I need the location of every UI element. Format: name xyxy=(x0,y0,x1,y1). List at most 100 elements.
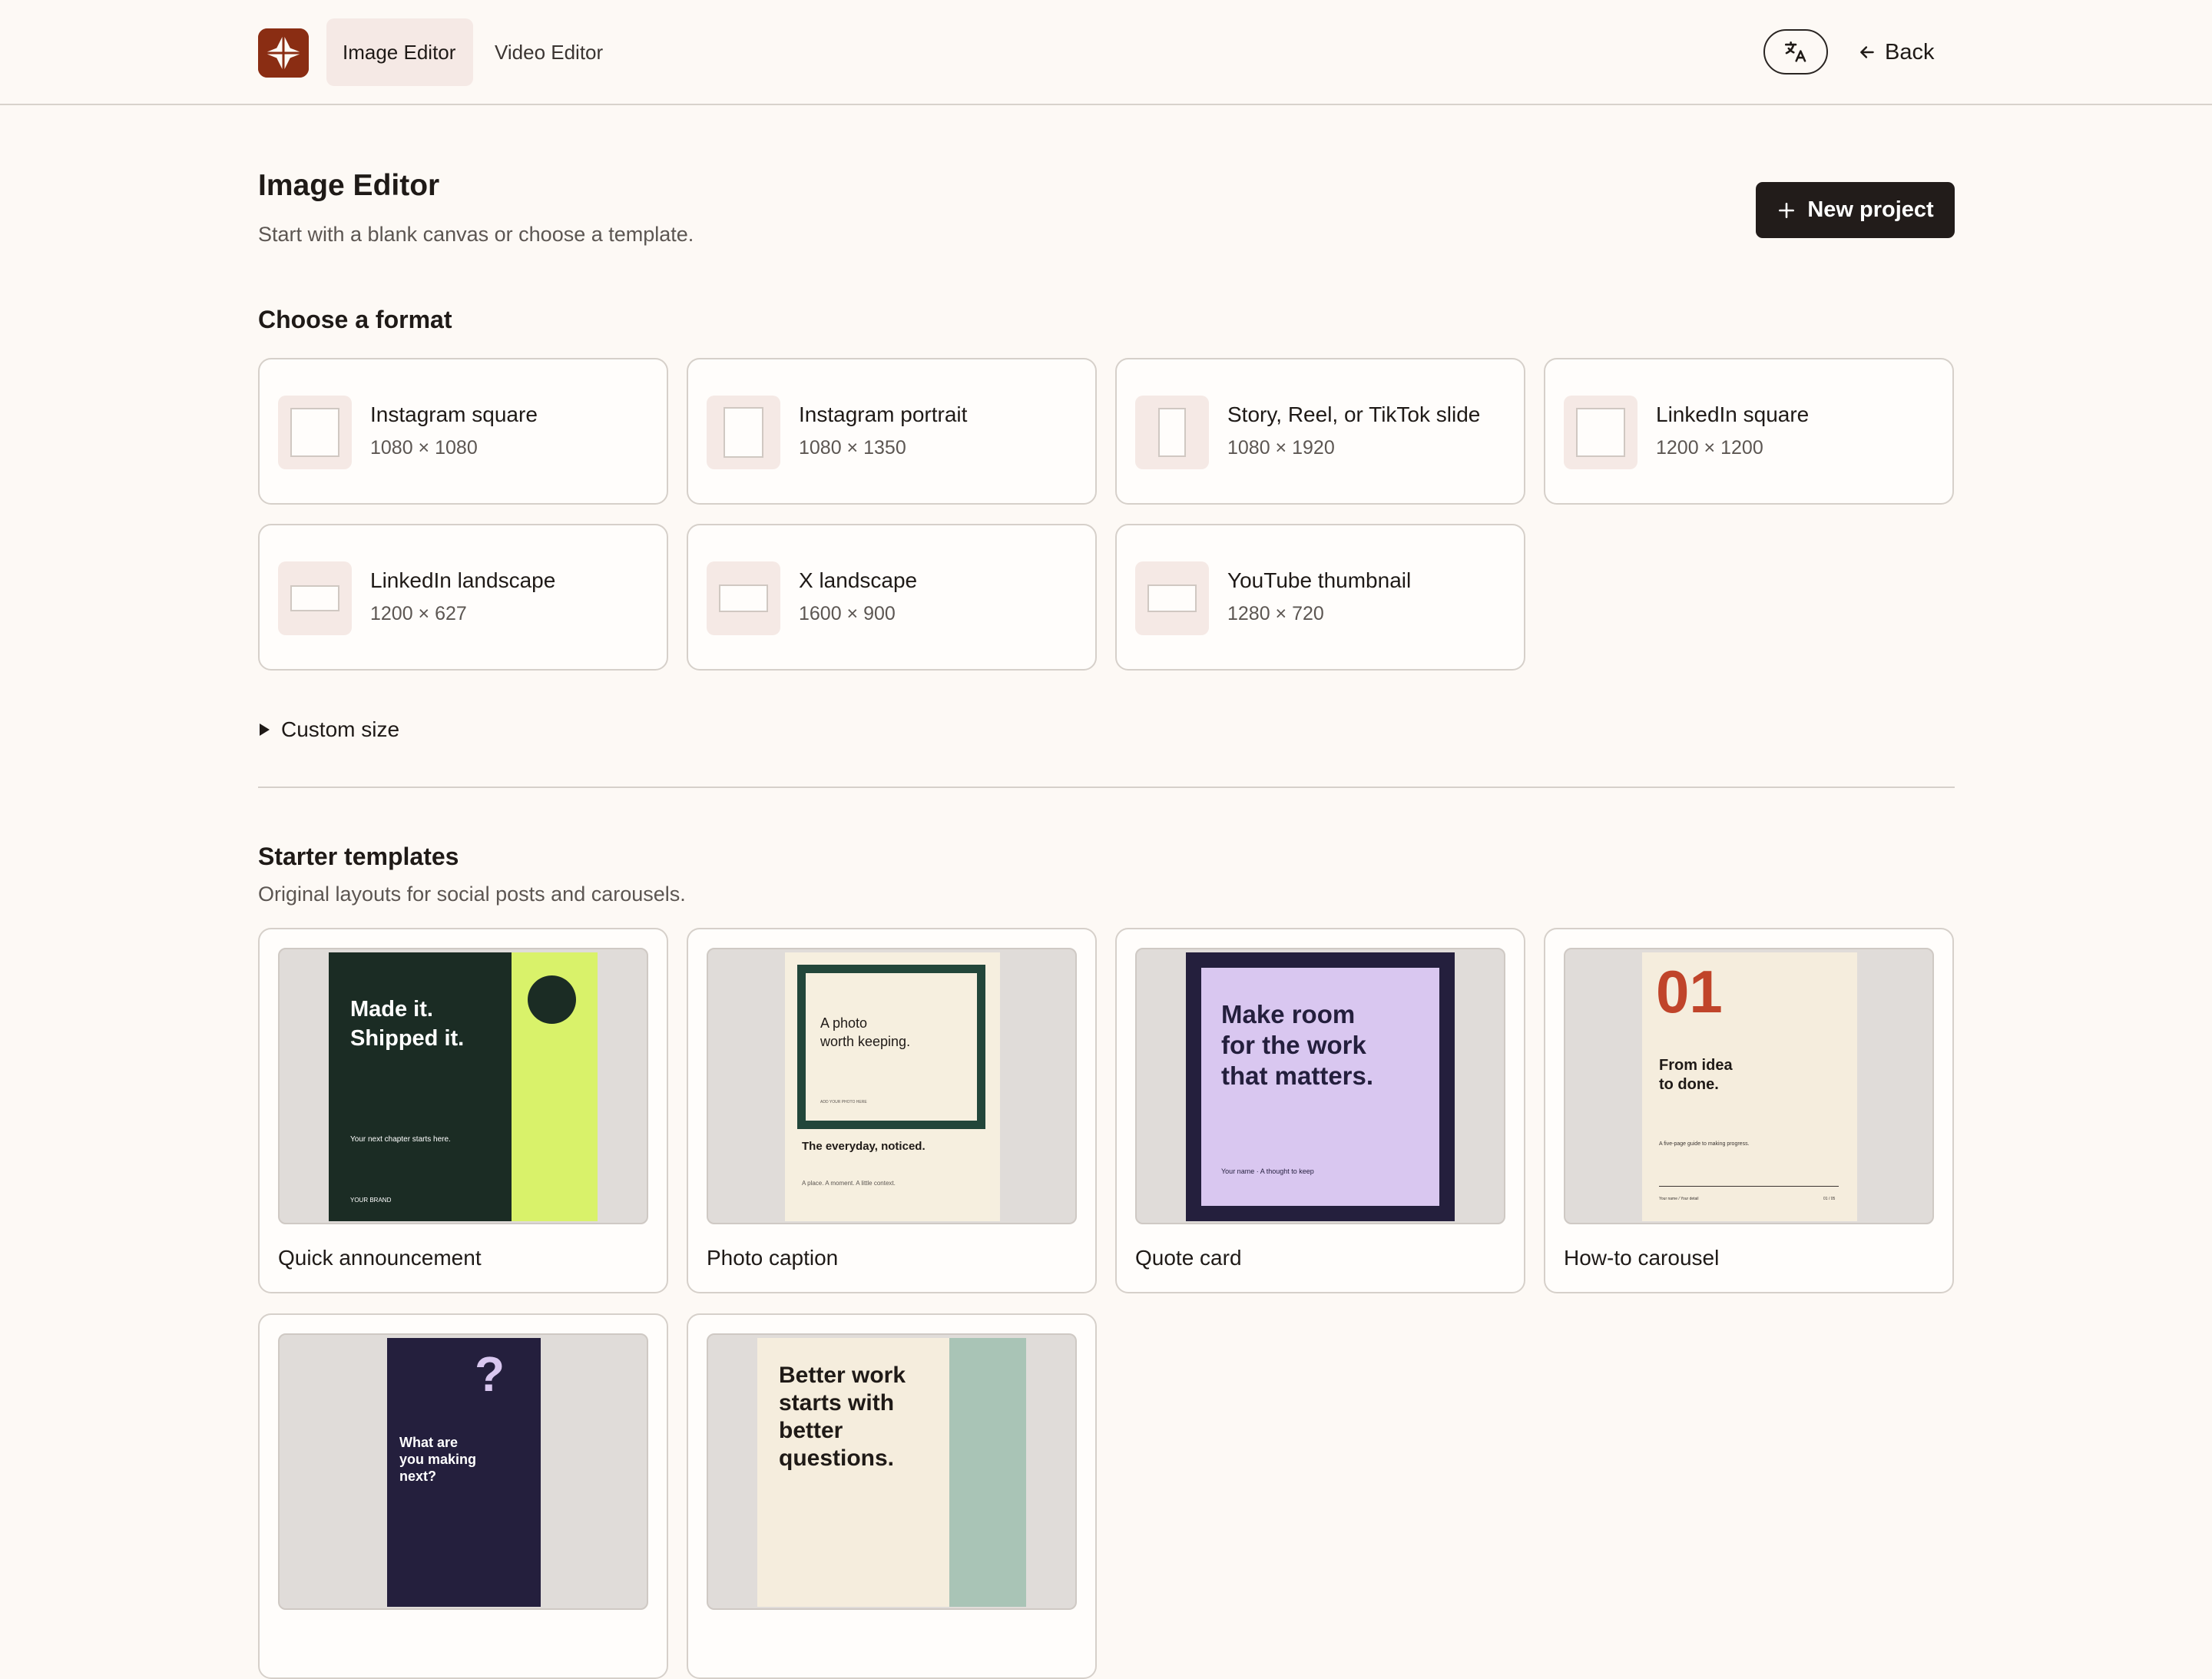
templates-section-title: Starter templates xyxy=(258,843,459,870)
template-card-question[interactable]: ? What are you making next? xyxy=(258,1313,668,1679)
questions-line-2: starts with xyxy=(779,1390,895,1416)
new-project-button[interactable]: New project xyxy=(1756,182,1955,238)
poster-body: Your next chapter starts here. xyxy=(350,1135,451,1144)
aspect-ratio-preview xyxy=(290,408,339,457)
questions-line-4: questions. xyxy=(779,1446,895,1471)
question-mark: ? xyxy=(475,1346,505,1402)
format-card-instagram-portrait[interactable]: Instagram portrait 1080 × 1350 xyxy=(687,358,1097,505)
photo-hint: ADD YOUR PHOTO HERE xyxy=(820,1100,867,1104)
carousel-title-2: to done. xyxy=(1659,1076,1719,1093)
carousel-body: A five-page guide to making progress. xyxy=(1659,1141,1750,1147)
custom-size-label: Custom size xyxy=(281,717,400,741)
aspect-ratio-preview xyxy=(1158,408,1186,457)
format-card-story-slide[interactable]: Story, Reel, or TikTok slide 1080 × 1920 xyxy=(1115,358,1525,505)
translate-icon xyxy=(1784,41,1806,62)
photo-text-1: A photo xyxy=(820,1015,868,1031)
template-preview: 01 From idea to done. A five-page guide … xyxy=(1564,948,1934,1224)
quote-line-2: for the work xyxy=(1221,1031,1366,1059)
photo-caption-poster: A photo worth keeping. ADD YOUR PHOTO HE… xyxy=(785,952,1000,1221)
poster-brand: YOUR BRAND xyxy=(350,1197,392,1204)
back-label: Back xyxy=(1885,39,1935,65)
caption-text: The everyday, noticed. xyxy=(802,1140,926,1153)
format-card-x-landscape[interactable]: X landscape 1600 × 900 xyxy=(687,524,1097,671)
template-card-better-questions[interactable]: Better work starts with better questions… xyxy=(687,1313,1097,1679)
template-preview: Better work starts with better questions… xyxy=(707,1333,1077,1610)
question-line-1: What are xyxy=(399,1435,459,1450)
template-name: Quick announcement xyxy=(278,1246,482,1270)
formats-section-title: Choose a format xyxy=(258,306,452,333)
triangle-right-icon xyxy=(260,724,270,736)
page-subtitle: Start with a blank canvas or choose a te… xyxy=(258,223,694,246)
format-size: 1600 × 900 xyxy=(799,603,896,624)
plus-icon xyxy=(1779,202,1795,218)
template-name: How-to carousel xyxy=(1564,1246,1720,1270)
format-card-youtube-thumbnail[interactable]: YouTube thumbnail 1280 × 720 xyxy=(1115,524,1525,671)
carousel-footer-left: Your name / Your detail xyxy=(1659,1197,1699,1201)
format-size: 1080 × 1080 xyxy=(370,437,478,459)
questions-line-1: Better work xyxy=(779,1363,906,1388)
custom-size-toggle[interactable]: Custom size xyxy=(258,717,399,742)
format-name: X landscape xyxy=(799,568,918,592)
template-card-how-to-carousel[interactable]: 01 From idea to done. A five-page guide … xyxy=(1544,928,1954,1293)
page-title: Image Editor xyxy=(258,169,440,202)
template-preview: Make room for the work that matters. You… xyxy=(1135,948,1505,1224)
format-name: Story, Reel, or TikTok slide xyxy=(1227,402,1481,426)
format-size: 1200 × 1200 xyxy=(1656,437,1763,459)
aspect-ratio-preview xyxy=(290,585,339,611)
template-preview: ? What are you making next? xyxy=(278,1333,648,1610)
carousel-number: 01 xyxy=(1656,958,1723,1025)
tab-image-editor[interactable]: Image Editor xyxy=(326,18,473,86)
app-logo-icon[interactable] xyxy=(258,28,309,78)
format-card-linkedin-landscape[interactable]: LinkedIn landscape 1200 × 627 xyxy=(258,524,668,671)
question-line-2: you making xyxy=(399,1452,477,1467)
format-name: Instagram square xyxy=(370,402,538,426)
announcement-poster: Made it. Shipped it. Your next chapter s… xyxy=(329,952,598,1221)
quote-line-3: that matters. xyxy=(1221,1061,1374,1090)
photo-text-2: worth keeping. xyxy=(820,1034,911,1049)
questions-poster: Better work starts with better questions… xyxy=(757,1338,1026,1607)
format-card-linkedin-square[interactable]: LinkedIn square 1200 × 1200 xyxy=(1544,358,1954,505)
template-preview: A photo worth keeping. ADD YOUR PHOTO HE… xyxy=(707,948,1077,1224)
template-card-photo-caption[interactable]: A photo worth keeping. ADD YOUR PHOTO HE… xyxy=(687,928,1097,1293)
question-line-3: next? xyxy=(399,1469,437,1484)
carousel-poster: 01 From idea to done. A five-page guide … xyxy=(1642,952,1857,1221)
format-thumbnail xyxy=(278,561,352,635)
carousel-footer-right: 01 / 05 xyxy=(1823,1197,1836,1201)
new-project-label: New project xyxy=(1807,197,1934,222)
tab-video-editor[interactable]: Video Editor xyxy=(478,18,619,86)
sage-stripe xyxy=(949,1338,1026,1607)
section-divider xyxy=(258,787,1955,788)
back-button[interactable]: Back xyxy=(1857,34,1934,71)
format-size: 1080 × 1920 xyxy=(1227,437,1335,459)
top-navigation-bar: Image Editor Video Editor Back xyxy=(0,0,2212,105)
template-name: Quote card xyxy=(1135,1246,1242,1270)
template-name: Photo caption xyxy=(707,1246,839,1270)
carousel-rule xyxy=(1659,1186,1839,1187)
template-card-quick-announcement[interactable]: Made it. Shipped it. Your next chapter s… xyxy=(258,928,668,1293)
quote-poster: Make room for the work that matters. You… xyxy=(1186,952,1455,1221)
quote-attribution: Your name · A thought to keep xyxy=(1221,1167,1314,1175)
format-thumbnail xyxy=(707,396,780,469)
template-card-quote-card[interactable]: Make room for the work that matters. You… xyxy=(1115,928,1525,1293)
format-name: YouTube thumbnail xyxy=(1227,568,1412,592)
question-poster: ? What are you making next? xyxy=(387,1338,541,1607)
template-preview: Made it. Shipped it. Your next chapter s… xyxy=(278,948,648,1224)
aspect-ratio-preview xyxy=(724,407,763,458)
format-size: 1280 × 720 xyxy=(1227,603,1324,624)
format-thumbnail xyxy=(278,396,352,469)
arrow-left-icon xyxy=(1860,46,1874,58)
subcaption-text: A place. A moment. A little context. xyxy=(802,1180,896,1187)
format-card-instagram-square[interactable]: Instagram square 1080 × 1080 xyxy=(258,358,668,505)
aspect-ratio-preview xyxy=(1147,585,1197,612)
poster-headline-2: Shipped it. xyxy=(350,1026,465,1051)
aspect-ratio-preview xyxy=(1576,408,1625,457)
format-thumbnail xyxy=(707,561,780,635)
format-name: LinkedIn landscape xyxy=(370,568,556,592)
questions-line-3: better xyxy=(779,1418,843,1443)
format-name: LinkedIn square xyxy=(1656,402,1810,426)
aspect-ratio-preview xyxy=(719,585,768,612)
language-button[interactable] xyxy=(1763,29,1828,75)
format-size: 1080 × 1350 xyxy=(799,437,906,459)
templates-subtitle: Original layouts for social posts and ca… xyxy=(258,883,686,906)
carousel-title-1: From idea xyxy=(1659,1057,1733,1074)
